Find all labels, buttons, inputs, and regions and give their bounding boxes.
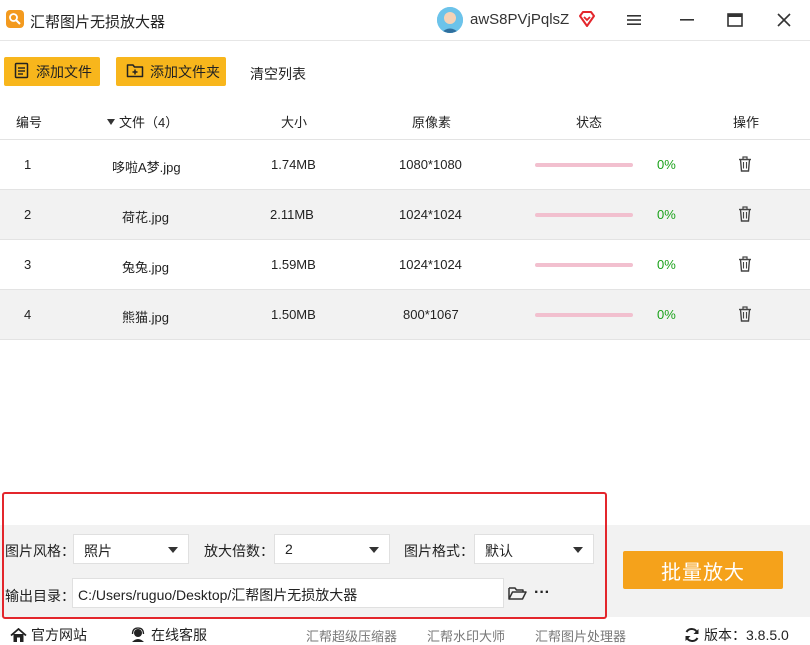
progress-bar [535,263,633,267]
row-pixels: 1024*1024 [399,257,462,272]
progress-bar [535,313,633,317]
user-avatar[interactable] [437,7,463,33]
header-status: 状态 [576,115,603,130]
table-row[interactable]: 2 荷花.jpg 2.11MB 1024*1024 0% [0,190,810,240]
home-icon [10,627,27,643]
highlight-frame [2,492,607,619]
link-watermark[interactable]: 汇帮水印大师 [427,626,505,645]
add-folder-label: 添加文件夹 [150,63,220,80]
add-file-button[interactable]: 添加文件 [4,57,100,86]
trash-icon[interactable] [738,206,752,225]
row-size: 1.59MB [271,257,316,272]
table-row[interactable]: 3 兔兔.jpg 1.59MB 1024*1024 0% [0,240,810,290]
progress-bar [535,213,633,217]
table-row[interactable]: 1 哆啦A梦.jpg 1.74MB 1080*1080 0% [0,140,810,190]
row-filename: 熊猫.jpg [122,310,169,325]
link-processor[interactable]: 汇帮图片处理器 [535,626,626,645]
progress-percent: 0% [657,157,676,172]
row-index: 1 [24,157,32,172]
row-index: 4 [24,307,32,322]
trash-icon[interactable] [738,156,752,175]
table-header: 编号 文件（4） 大小 原像素 状态 操作 [0,100,810,140]
row-filename: 荷花.jpg [122,210,169,225]
add-file-label: 添加文件 [36,63,92,80]
progress-percent: 0% [657,257,676,272]
app-title: 汇帮图片无损放大器 [30,14,166,31]
trash-icon[interactable] [738,256,752,275]
maximize-icon[interactable] [723,8,747,32]
header-size: 大小 [281,115,308,130]
header-file[interactable]: 文件（4） [107,112,178,131]
add-folder-button[interactable]: 添加文件夹 [116,57,226,86]
online-service-label: 在线客服 [151,627,207,643]
header-pixels: 原像素 [412,115,452,130]
refresh-icon [684,627,700,643]
row-index: 3 [24,257,32,272]
batch-upscale-button[interactable]: 批量放大 [623,551,783,589]
row-pixels: 800*1067 [403,307,459,322]
title-bar: 汇帮图片无损放大器 awS8PVjPqlsZ [0,0,810,40]
link-compress[interactable]: 汇帮超级压缩器 [306,626,397,645]
add-file-icon [14,62,30,82]
official-site-label: 官方网站 [31,627,87,643]
row-size: 1.50MB [271,307,316,322]
table-row[interactable]: 4 熊猫.jpg 1.50MB 800*1067 0% [0,290,810,340]
header-file-label: 文件（4） [119,115,179,130]
progress-percent: 0% [657,207,676,222]
header-action: 操作 [733,115,760,130]
vip-heart-icon[interactable] [578,10,596,31]
minimize-icon[interactable] [675,8,699,32]
add-folder-icon [126,62,144,81]
footer: 官方网站 在线客服 汇帮超级压缩器 汇帮水印大师 汇帮图片处理器 版本：3.8.… [0,619,810,645]
row-filename: 兔兔.jpg [122,260,169,275]
online-service-link[interactable]: 在线客服 [130,625,207,645]
progress-percent: 0% [657,307,676,322]
row-size: 2.11MB [270,207,314,222]
version-label: 版本：3.8.5.0 [704,627,789,643]
row-size: 1.74MB [271,157,316,172]
version-info[interactable]: 版本：3.8.5.0 [684,625,789,645]
toolbar: 添加文件 添加文件夹 清空列表 [0,40,810,100]
official-site-link[interactable]: 官方网站 [10,625,87,645]
row-filename: 哆啦A梦.jpg [112,160,181,175]
header-index: 编号 [16,115,43,130]
row-pixels: 1024*1024 [399,207,462,222]
support-icon [130,627,146,643]
sort-down-icon [107,118,115,125]
clear-list-button[interactable]: 清空列表 [250,64,306,84]
menu-icon[interactable] [622,8,646,32]
username[interactable]: awS8PVjPqlsZ [470,11,569,28]
app-logo-icon [6,10,24,28]
row-index: 2 [24,207,32,222]
trash-icon[interactable] [738,306,752,325]
row-pixels: 1080*1080 [399,157,462,172]
close-icon[interactable] [772,8,796,32]
progress-bar [535,163,633,167]
